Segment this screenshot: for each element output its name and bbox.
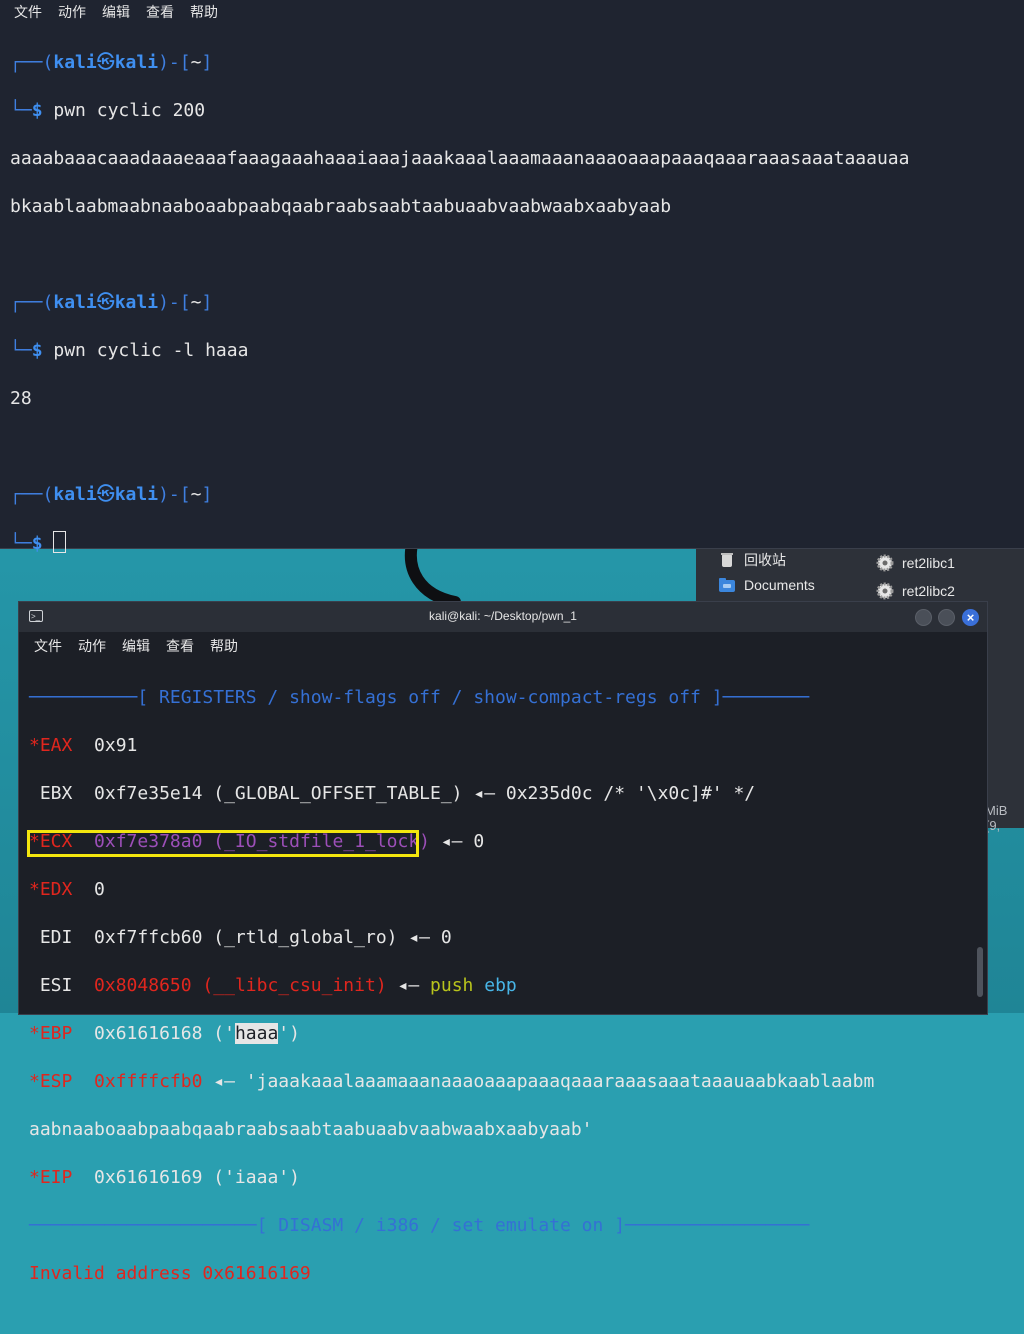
disasm-header-line: ─────────────────────[ DISASM / i386 / s… [29,1215,810,1236]
register-esp-cont: aabnaaboaabpaabqaabraabsaabtaabuaabvaabw… [29,1119,593,1140]
register-eip: *EIP 0x61616169 ('iaaa') [29,1167,300,1188]
menu-view[interactable]: 查看 [146,2,174,22]
output-line: bkaablaabmaabnaaboaabpaabqaabraabsaabtaa… [10,196,672,217]
output-line: 28 [10,388,32,409]
menu-action[interactable]: 动作 [58,2,86,22]
command-line: └─$ [10,531,1016,555]
minimize-button[interactable] [915,609,932,626]
prompt-line: ┌──(kali㉿kali)-[~] [10,292,213,313]
menu-edit[interactable]: 编辑 [122,636,150,656]
menu-help[interactable]: 帮助 [210,636,238,656]
registers-header-line: ──────────[ REGISTERS / show-flags off /… [29,687,810,708]
status-fragment: MiB (9, [985,803,1008,833]
register-edi: EDI 0xf7ffcb60 (_rtld_global_ro) ◂— 0 [39,927,452,948]
bottom-terminal-menubar: 文件 动作 编辑 查看 帮助 [19,633,987,659]
register-ebx: EBX 0xf7e35e14 (_GLOBAL_OFFSET_TABLE_) ◂… [39,783,756,804]
scrollbar[interactable] [977,947,983,997]
register-eax: *EAX 0x91 [29,735,138,756]
maximize-button[interactable] [938,609,955,626]
ebp-string-highlight: haaa [234,1023,279,1044]
menu-view[interactable]: 查看 [166,636,194,656]
command-line: └─$ pwn cyclic -l haaa [10,340,249,361]
register-ebp: *EBP 0x61616168 ('haaa') [29,1023,300,1044]
menu-edit[interactable]: 编辑 [102,2,130,22]
menu-help[interactable]: 帮助 [190,2,218,22]
menu-file[interactable]: 文件 [34,636,62,656]
terminal-cursor[interactable] [53,531,67,553]
ebp-highlight-box [27,830,419,857]
register-esi: ESI 0x8048650 (__libc_csu_init) ◂— push … [39,975,517,996]
prompt-line: ┌──(kali㉿kali)-[~] [10,52,213,73]
command-line: └─$ pwn cyclic 200 [10,100,206,121]
bottom-terminal-window[interactable]: >_ kali@kali: ~/Desktop/pwn_1 × 文件 动作 编辑… [18,601,988,1284]
close-button[interactable]: × [962,609,979,626]
pwndbg-output[interactable]: ──────────[ REGISTERS / show-flags off /… [29,662,979,1334]
output-line: aaaabaaacaaadaaaeaaafaaagaaahaaaiaaajaaa… [10,148,910,169]
registers-header: [ REGISTERS / show-flags off / show-comp… [137,687,723,708]
window-title: kali@kali: ~/Desktop/pwn_1 [429,609,577,623]
top-terminal-output[interactable]: ┌──(kali㉿kali)-[~] └─$ pwn cyclic 200 aa… [10,27,1016,603]
menu-file[interactable]: 文件 [14,2,42,22]
menu-action[interactable]: 动作 [78,636,106,656]
top-terminal-menubar: 文件 动作 编辑 查看 帮助 [0,0,1024,24]
disasm-header: [ DISASM / i386 / set emulate on ] [256,1215,626,1236]
error-line: Invalid address 0x61616169 [29,1263,311,1284]
titlebar[interactable]: >_ kali@kali: ~/Desktop/pwn_1 × [19,602,987,632]
prompt-line: ┌──(kali㉿kali)-[~] [10,484,213,505]
top-terminal-window[interactable]: 文件 动作 编辑 查看 帮助 ┌──(kali㉿kali)-[~] └─$ pw… [0,0,1024,554]
register-esp: *ESP 0xffffcfb0 ◂— 'jaaakaaalaaamaaanaaa… [29,1071,875,1092]
register-edx: *EDX 0 [29,879,105,900]
